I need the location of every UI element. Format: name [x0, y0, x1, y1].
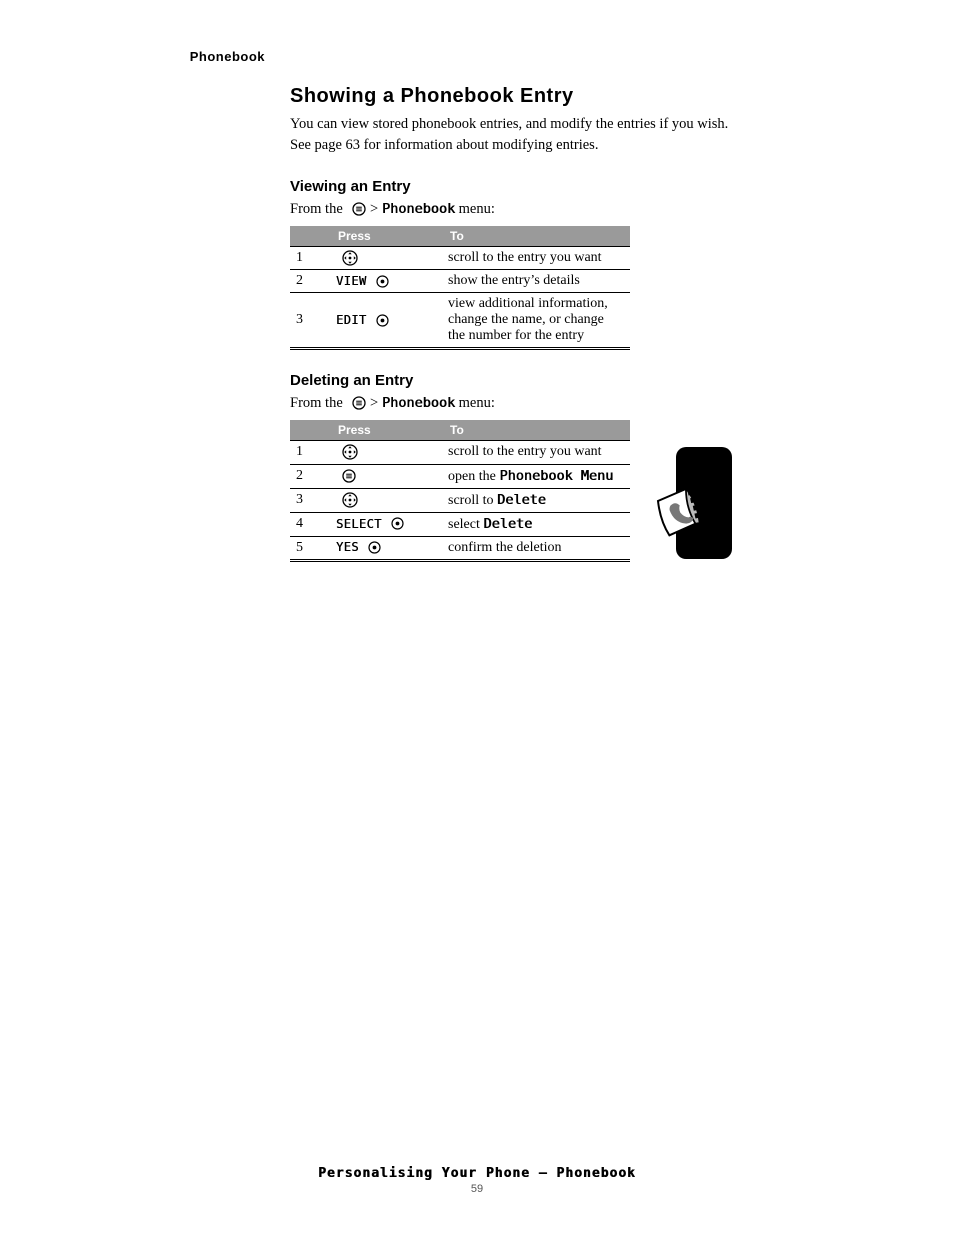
col-blank: [290, 226, 330, 247]
running-head-text: Phonebook: [190, 49, 265, 64]
lead-prefix: From the: [290, 395, 346, 411]
press-cell: [330, 247, 442, 270]
to-cell: scroll to the entry you want: [442, 441, 630, 464]
to-cell: scroll to Delete: [442, 488, 630, 512]
press-cell: [330, 464, 442, 488]
table-row: 2 VIEW show the entry’s details: [290, 270, 630, 293]
subheading-viewing: Viewing an Entry: [290, 178, 730, 195]
lead-suffix: menu:: [455, 395, 495, 411]
press-cell: [330, 488, 442, 512]
softkey-label: EDIT: [336, 313, 367, 327]
step-number: 2: [290, 464, 330, 488]
step-number: 1: [290, 247, 330, 270]
steps-table-1: Press To 1 scroll to the entry you want …: [290, 226, 630, 350]
softkey-icon: [368, 541, 381, 554]
softkey-label: SELECT: [336, 517, 382, 531]
to-cell: open the Phonebook Menu: [442, 464, 630, 488]
table-row: 2 open the Phonebook Menu: [290, 464, 630, 488]
menu-icon: [352, 396, 366, 410]
dpad-icon: [342, 444, 358, 460]
lead-menu-label: Phonebook: [382, 201, 455, 217]
manual-page: Phonebook Showing a Phonebook Entry You …: [0, 0, 954, 1235]
table-header-row: Press To: [290, 420, 630, 441]
footer-title: Personalising Your Phone — Phonebook: [0, 1166, 954, 1181]
table-row: 1 scroll to the entry you want: [290, 441, 630, 464]
steps-lead-2: From the > Phonebook menu:: [290, 393, 730, 414]
step-number: 2: [290, 270, 330, 293]
dpad-icon: [342, 492, 358, 508]
dpad-icon: [342, 250, 358, 266]
press-cell: EDIT: [330, 293, 442, 349]
table-row: 3 EDIT view additional information, chan…: [290, 293, 630, 349]
step-number: 3: [290, 293, 330, 349]
steps-table-2: Press To 1 scroll to the entry you want …: [290, 420, 630, 561]
softkey-icon: [376, 275, 389, 288]
table-row: 4 SELECT select Delete: [290, 512, 630, 536]
page-footer: Personalising Your Phone — Phonebook 59: [0, 1166, 954, 1195]
table-row: 1 scroll to the entry you want: [290, 247, 630, 270]
lead-suffix: menu:: [455, 201, 495, 217]
softkey-label: VIEW: [336, 274, 367, 288]
step-number: 3: [290, 488, 330, 512]
to-screen-label: Phonebook Menu: [499, 468, 613, 484]
menu-icon: [342, 469, 356, 483]
subheading-deleting: Deleting an Entry: [290, 372, 730, 389]
step-number: 5: [290, 536, 330, 560]
press-cell: SELECT: [330, 512, 442, 536]
intro-paragraph: You can view stored phonebook entries, a…: [290, 114, 730, 156]
col-to: To: [442, 420, 630, 441]
menu-icon: [352, 202, 366, 216]
lead-prefix: From the: [290, 201, 346, 217]
to-text-prefix: open the: [448, 469, 499, 484]
margin-running-head: Phonebook: [170, 48, 265, 66]
step-number: 4: [290, 512, 330, 536]
lead-menu-label: Phonebook: [382, 395, 455, 411]
to-cell: select Delete: [442, 512, 630, 536]
to-cell: confirm the deletion: [442, 536, 630, 560]
table-header-row: Press To: [290, 226, 630, 247]
col-blank: [290, 420, 330, 441]
col-press: Press: [330, 226, 442, 247]
softkey-icon: [391, 517, 404, 530]
to-text-prefix: scroll to: [448, 493, 497, 508]
footer-page-number: 59: [0, 1183, 954, 1195]
to-cell: show the entry’s details: [442, 270, 630, 293]
to-cell: view additional information, change the …: [442, 293, 630, 349]
press-cell: VIEW: [330, 270, 442, 293]
softkey-label: YES: [336, 540, 359, 554]
section-heading: Showing a Phonebook Entry: [290, 85, 730, 108]
to-text-prefix: select: [448, 517, 483, 532]
steps-lead-1: From the > Phonebook menu:: [290, 199, 730, 220]
to-screen-label: Delete: [483, 516, 532, 532]
col-to: To: [442, 226, 630, 247]
to-screen-label: Delete: [497, 492, 546, 508]
table-row: 5 YES confirm the deletion: [290, 536, 630, 560]
to-cell: scroll to the entry you want: [442, 247, 630, 270]
press-cell: YES: [330, 536, 442, 560]
phone-illustration: [650, 447, 740, 567]
col-press: Press: [330, 420, 442, 441]
press-cell: [330, 441, 442, 464]
step-number: 1: [290, 441, 330, 464]
table-row: 3 scroll to Delete: [290, 488, 630, 512]
softkey-icon: [376, 314, 389, 327]
